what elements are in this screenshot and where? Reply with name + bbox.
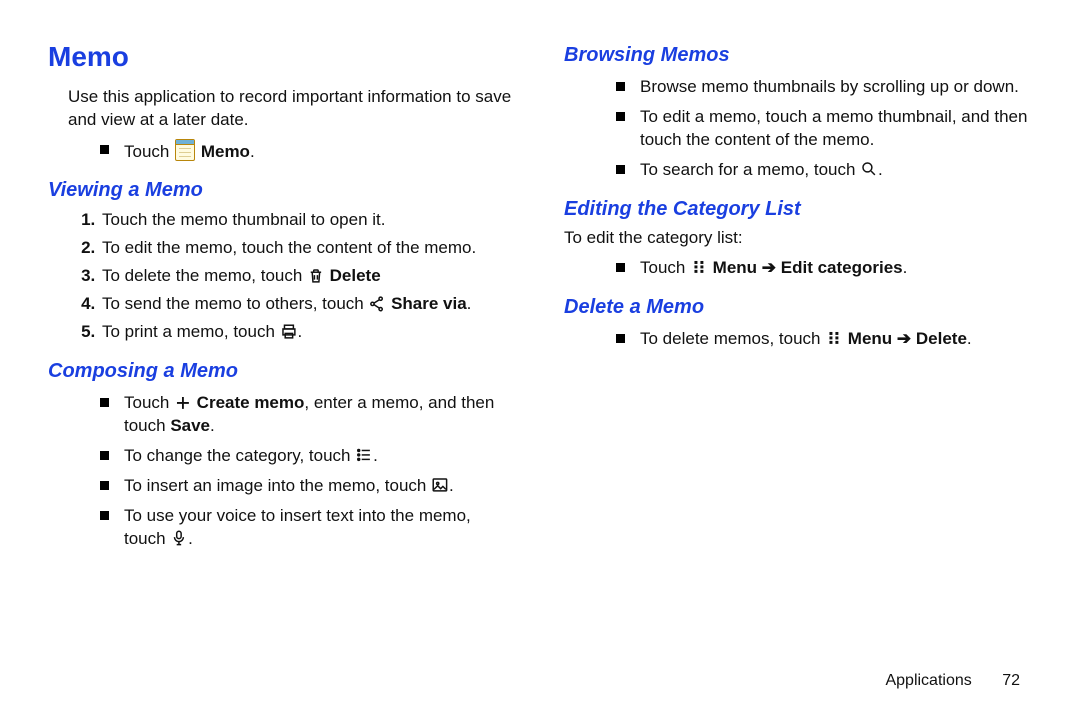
viewing-list: Touch the memo thumbnail to open it. To … [48,209,516,344]
plus-icon [174,394,192,412]
touch-memo-item: Touch Memo. [100,139,516,164]
page-title: Memo [48,38,516,76]
trash-icon [307,267,325,285]
menu-icon [825,329,843,347]
browsing-list: Browse memo thumbnails by scrolling up o… [564,76,1032,182]
browsing-item-2: To edit a memo, touch a memo thumbnail, … [616,106,1032,152]
composing-item-4: To use your voice to insert text into th… [100,505,516,551]
footer-page-number: 72 [1002,672,1020,689]
share-icon [368,295,386,313]
right-column: Browsing Memos Browse memo thumbnails by… [564,38,1032,558]
search-icon [860,160,878,178]
viewing-step-5: To print a memo, touch . [100,321,516,344]
browsing-item-3: To search for a memo, touch . [616,159,1032,182]
composing-item-2: To change the category, touch . [100,445,516,468]
viewing-step-1: Touch the memo thumbnail to open it. [100,209,516,232]
page-footer: Applications 72 [885,670,1020,692]
heading-composing: Composing a Memo [48,358,516,385]
editing-category-item: Touch Menu ➔ Edit categories. [616,257,1032,280]
list-icon [355,446,373,464]
delete-item: To delete memos, touch Menu ➔ Delete. [616,328,1032,351]
left-column: Memo Use this application to record impo… [48,38,516,558]
microphone-icon [170,529,188,547]
image-icon [431,476,449,494]
editing-category-intro: To edit the category list: [564,227,1032,250]
footer-section: Applications [885,672,971,689]
composing-item-3: To insert an image into the memo, touch … [100,475,516,498]
intro-text: Use this application to record important… [48,86,516,132]
print-icon [280,323,298,341]
heading-browsing: Browsing Memos [564,42,1032,69]
viewing-step-3: To delete the memo, touch Delete [100,265,516,288]
viewing-step-2: To edit the memo, touch the content of t… [100,237,516,260]
viewing-step-4: To send the memo to others, touch Share … [100,293,516,316]
browsing-item-1: Browse memo thumbnails by scrolling up o… [616,76,1032,99]
heading-viewing: Viewing a Memo [48,177,516,204]
memo-app-icon [175,139,195,161]
menu-icon [690,258,708,276]
heading-delete: Delete a Memo [564,294,1032,321]
composing-item-1: Touch Create memo, enter a memo, and the… [100,392,516,438]
composing-list: Touch Create memo, enter a memo, and the… [48,392,516,551]
heading-editing-category: Editing the Category List [564,196,1032,223]
